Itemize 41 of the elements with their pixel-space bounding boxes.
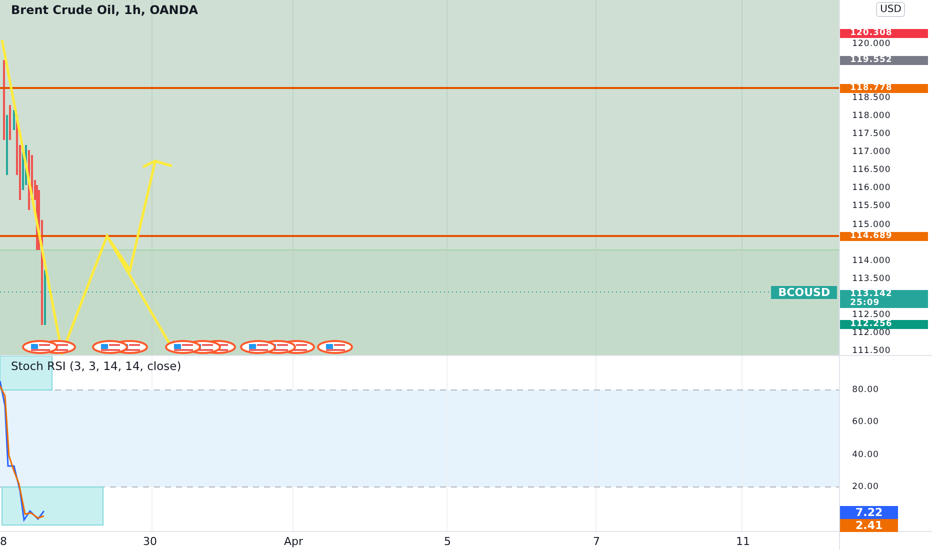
event-stack-icon[interactable] — [92, 340, 148, 354]
price-tick: 120.000 — [852, 40, 891, 48]
event-stack-icon[interactable] — [317, 340, 353, 354]
indicator-badge: 7.22 — [840, 506, 898, 519]
indicator-title: Stoch RSI (3, 3, 14, 14, close) — [11, 359, 182, 373]
time-label: 7 — [593, 535, 600, 548]
indicator-tick: 20.00 — [852, 483, 879, 492]
price-tick: 118.500 — [852, 94, 891, 103]
chart-title: Brent Crude Oil, 1h, OANDA — [11, 3, 198, 17]
price-tick: 111.500 — [852, 347, 891, 356]
price-tick: 117.000 — [852, 148, 891, 158]
price-badge: 114.689 — [840, 232, 928, 241]
time-label: 30 — [143, 535, 157, 548]
price-badge: 120.308 — [840, 28, 928, 38]
price-tick: 112.000 — [852, 329, 891, 338]
event-stack-icon[interactable] — [240, 340, 315, 354]
price-tick: 118.000 — [852, 112, 891, 121]
event-stack-icon[interactable] — [22, 340, 76, 354]
time-label: Apr — [284, 535, 304, 548]
symbol-label: BCOUSD — [771, 286, 838, 299]
event-stack-icon[interactable] — [165, 340, 236, 354]
currency-label[interactable]: USD — [876, 2, 906, 17]
price-tick: 114.000 — [852, 256, 891, 266]
price-tick: 116.500 — [852, 166, 891, 176]
indicator-tick: 60.00 — [852, 418, 879, 428]
time-label: 5 — [444, 535, 451, 548]
price-tick: 112.500 — [852, 311, 891, 320]
indicator-tick: 80.00 — [852, 386, 879, 395]
price-badge: 112.256 — [840, 320, 928, 330]
price-tick: 117.500 — [852, 130, 891, 139]
price-badge: 118.778 — [840, 84, 928, 93]
price-badge: 113.142 25:09 — [840, 290, 928, 308]
price-tick: 113.500 — [852, 274, 891, 284]
price-badge: 119.552 — [840, 56, 928, 65]
time-label: 11 — [736, 535, 750, 548]
indicator-tick: 40.00 — [852, 450, 879, 460]
price-tick: 115.500 — [852, 202, 891, 212]
price-tick: 115.000 — [852, 220, 891, 230]
indicator-badge: 2.41 — [840, 519, 898, 532]
price-tick: 116.000 — [852, 184, 891, 194]
time-label: 8 — [0, 535, 7, 548]
